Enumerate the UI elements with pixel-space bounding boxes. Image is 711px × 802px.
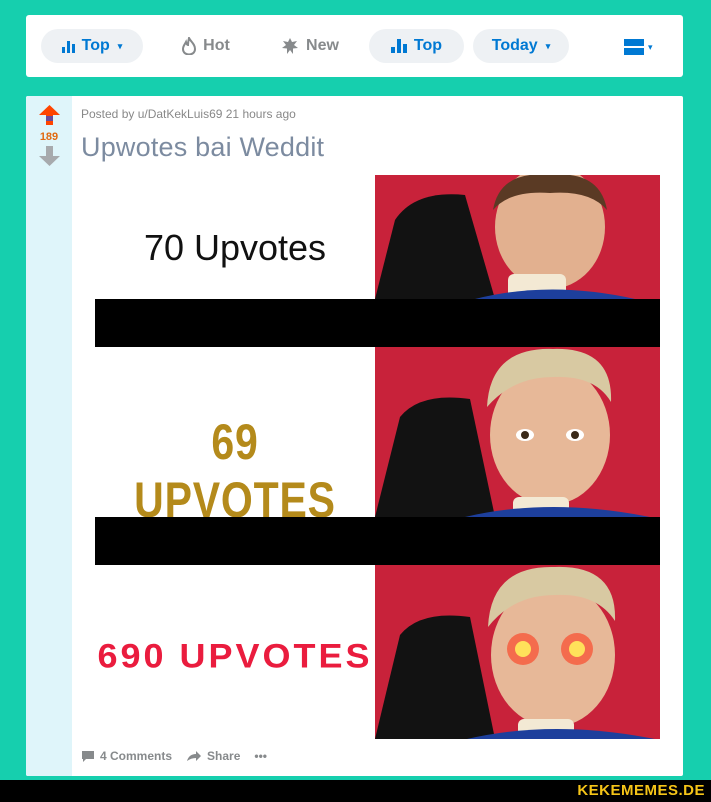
chevron-down-icon: ▾	[648, 41, 653, 52]
meme-panel-1-text: 70 Upvotes	[143, 227, 327, 268]
watermark-bar: KEKEMEMES.DE	[0, 780, 711, 802]
vote-score: 189	[39, 131, 59, 143]
meme-divider	[95, 517, 660, 565]
sparkle-icon	[282, 38, 299, 54]
tab-new[interactable]: New	[270, 29, 350, 63]
sort-bar: Top ▾ Hot New Top Today ▾ ▾	[26, 15, 683, 77]
sort-dropdown-label: Top	[81, 37, 110, 54]
view-mode-button[interactable]: ▾	[624, 37, 653, 57]
comments-label: 4 Comments	[100, 749, 173, 763]
share-button[interactable]: Share	[186, 749, 240, 763]
meme-face-panel-2	[375, 347, 660, 517]
comment-icon	[82, 750, 94, 762]
sort-dropdown[interactable]: Top ▾	[41, 29, 143, 63]
more-options-button[interactable]: •••	[254, 749, 267, 763]
tab-hot[interactable]: Hot	[166, 29, 246, 63]
time-range-label: Today	[491, 37, 538, 54]
meme-face-panel-3	[375, 565, 660, 739]
meme-face-panel-1	[375, 175, 660, 299]
bar-chart-icon	[61, 39, 75, 53]
meme-panel-2-text: 69 UPVOTES	[134, 414, 336, 528]
time-range-dropdown[interactable]: Today ▾	[473, 29, 569, 63]
share-arrow-icon	[187, 751, 202, 761]
downvote-arrow-icon[interactable]	[38, 145, 61, 167]
chevron-down-icon: ▾	[545, 40, 551, 51]
tab-hot-label: Hot	[203, 37, 230, 54]
chevron-down-icon: ▾	[117, 40, 123, 51]
meme-divider	[95, 299, 660, 347]
tab-top[interactable]: Top	[369, 29, 464, 63]
tab-new-label: New	[306, 37, 339, 54]
watermark-text: KEKEMEMES.DE	[577, 782, 705, 799]
post-image[interactable]: 70 Upvotes 69 UPVOTES 690 UPVOTES	[95, 175, 660, 739]
vote-column: 189	[26, 96, 72, 776]
share-label: Share	[207, 749, 241, 763]
post-card[interactable]: 189 Posted by u/DatKekLuis69 21 hours ag…	[26, 96, 683, 776]
tab-top-label: Top	[413, 37, 443, 54]
bar-chart-icon	[390, 39, 407, 53]
comments-button[interactable]: 4 Comments	[81, 749, 172, 763]
upvote-arrow-icon[interactable]	[38, 104, 61, 126]
post-meta: Posted by u/DatKekLuis69 21 hours ago	[81, 107, 296, 121]
flame-icon	[182, 37, 197, 55]
card-view-icon	[624, 39, 644, 55]
post-actions: 4 Comments Share •••	[81, 749, 267, 763]
post-title[interactable]: Upwotes bai Weddit	[81, 132, 324, 163]
more-options-icon: •••	[254, 749, 267, 763]
meme-panel-3-text: 690 UPVOTES	[97, 636, 373, 675]
